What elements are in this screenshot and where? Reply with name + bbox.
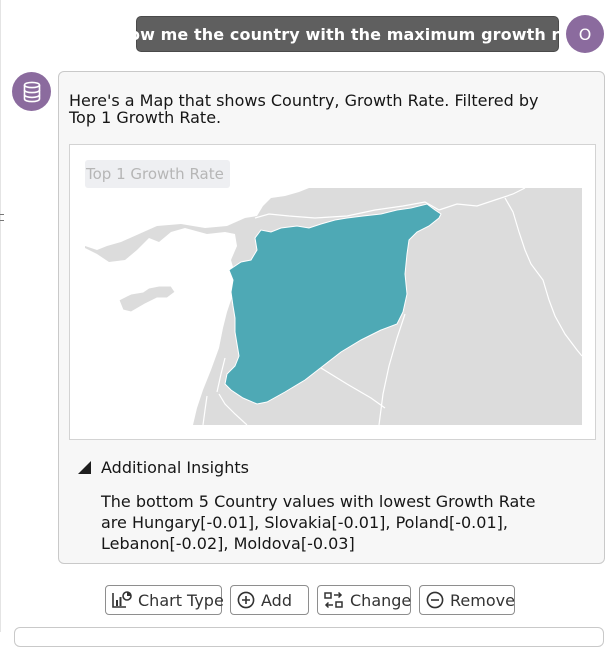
chart-type-button[interactable]: Chart Type: [105, 585, 224, 615]
chart-type-label: Chart Type: [138, 590, 224, 610]
collapse-triangle-icon: [78, 461, 91, 474]
chart-type-icon: [112, 591, 132, 608]
map-visualization[interactable]: Top 1 Growth Rate: [69, 144, 596, 440]
additional-insights-text: The bottom 5 Country values with lowest …: [101, 492, 536, 553]
remove-button[interactable]: Remove: [419, 585, 515, 615]
remove-label: Remove: [450, 590, 515, 610]
left-handle-mark: [0, 220, 4, 221]
swap-icon: [324, 591, 343, 609]
user-avatar[interactable]: O: [566, 15, 604, 53]
plus-circle-icon: [237, 591, 255, 609]
change-button[interactable]: Change: [317, 585, 411, 615]
change-label: Change: [350, 590, 412, 610]
additional-insights-toggle[interactable]: Additional Insights: [78, 458, 249, 477]
chat-input-box[interactable]: [14, 627, 604, 647]
bot-response-card: Here's a Map that shows Country, Growth …: [58, 71, 605, 564]
user-message-bubble: Show me the country with the maximum gro…: [106, 16, 589, 52]
additional-insights-label: Additional Insights: [101, 458, 249, 477]
add-label: Add: [261, 590, 292, 610]
user-message-text: Show me the country with the maximum gro…: [105, 24, 590, 44]
add-button[interactable]: Add: [230, 585, 309, 615]
user-avatar-initial: O: [578, 24, 592, 44]
left-handle-mark: [0, 214, 4, 215]
bot-intro-text: Here's a Map that shows Country, Growth …: [69, 91, 539, 127]
minus-circle-icon: [426, 591, 444, 609]
left-divider: [0, 0, 1, 632]
database-icon: [12, 72, 51, 111]
map-title: Top 1 Growth Rate: [85, 160, 230, 188]
map-canvas[interactable]: [85, 188, 582, 425]
